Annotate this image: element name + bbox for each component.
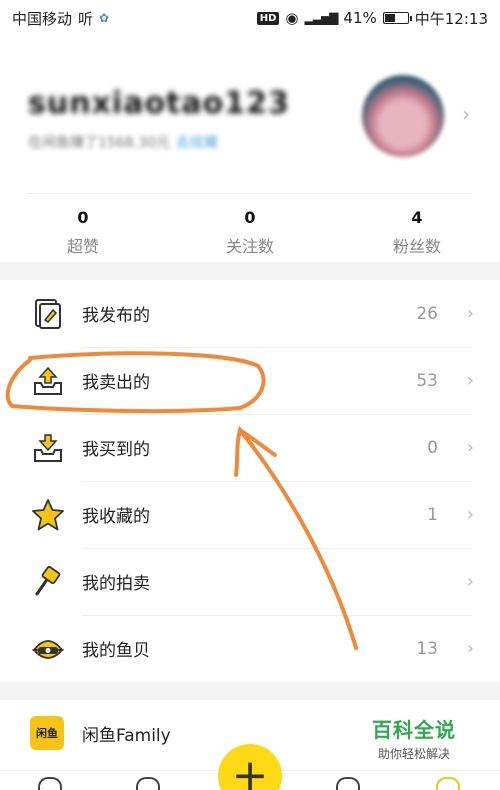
chevron-right-icon: › xyxy=(466,303,474,324)
signal-icon: ▂▃▅▇ xyxy=(304,11,339,25)
battery-percent: 41% xyxy=(343,9,377,27)
stat-value: 0 xyxy=(77,208,89,227)
menu-count: 26 xyxy=(416,303,438,324)
username: sunxiaotao123 xyxy=(28,86,290,121)
menu-label: 我发布的 xyxy=(82,306,150,326)
profile-header[interactable]: sunxiaotao123 在闲鱼赚了1568.30元 去炫耀 › xyxy=(0,60,500,190)
notification-icon: ✿ xyxy=(99,11,110,25)
show-off-link[interactable]: 去炫耀 xyxy=(176,135,218,151)
menu-list: 我发布的 26 › 我卖出的 53 › 我买到的 0 › 我收藏的 1 › 我的… xyxy=(0,280,500,682)
menu-item-published[interactable]: 我发布的 26 › xyxy=(0,280,500,347)
stat-following[interactable]: 0 关注数 xyxy=(166,200,334,260)
carrier-name: 中国移动 xyxy=(12,9,73,28)
watermark-subtitle: 助你轻松解决 xyxy=(377,747,450,761)
status-bar: 中国移动 听 ✿ HD ◉ ▂▃▅▇ 41% 中午12:13 xyxy=(0,0,500,36)
menu-count: 53 xyxy=(416,370,438,391)
star-icon xyxy=(30,497,66,533)
family-icon: 闲鱼 xyxy=(30,716,64,750)
auction-icon xyxy=(30,564,66,600)
section-gap xyxy=(0,682,500,700)
menu-item-bought[interactable]: 我买到的 0 › xyxy=(0,414,500,481)
menu-count: 0 xyxy=(427,437,438,458)
divider xyxy=(28,193,472,194)
earnings-text: 在闲鱼赚了1568.30元 xyxy=(28,135,170,151)
chevron-right-icon: › xyxy=(466,571,474,592)
family-label: 闲鱼Family xyxy=(82,725,171,746)
menu-item-auction[interactable]: 我的拍卖 › xyxy=(0,548,500,615)
earnings-line: 在闲鱼赚了1568.30元 去炫耀 xyxy=(28,132,218,152)
stats-row: 0 超赞 0 关注数 4 粉丝数 xyxy=(0,200,500,260)
carrier-extra: 听 xyxy=(78,9,94,28)
eye-icon: ◉ xyxy=(285,9,299,27)
shell-icon xyxy=(30,631,66,667)
stat-label: 关注数 xyxy=(225,237,274,256)
stat-label: 粉丝数 xyxy=(392,237,441,256)
menu-item-fish-shells[interactable]: 我的鱼贝 13 › xyxy=(0,615,500,682)
watermark-title: 百科全说 xyxy=(372,718,456,742)
menu-label: 我收藏的 xyxy=(82,507,150,527)
hd-badge: HD xyxy=(256,11,280,25)
stat-value: 0 xyxy=(244,208,256,227)
section-gap xyxy=(0,262,500,280)
sold-icon xyxy=(30,363,66,399)
battery-fill xyxy=(384,14,395,22)
chevron-right-icon: › xyxy=(462,102,470,126)
menu-label: 我的鱼贝 xyxy=(82,641,150,661)
watermark: 百科全说 助你轻松解决 xyxy=(366,714,462,762)
chevron-right-icon: › xyxy=(466,504,474,525)
home-icon[interactable] xyxy=(38,777,62,790)
menu-label: 我卖出的 xyxy=(82,373,150,393)
menu-label: 我买到的 xyxy=(82,440,150,460)
profile-tab-icon[interactable] xyxy=(436,777,460,790)
avatar[interactable] xyxy=(362,75,444,157)
bought-icon xyxy=(30,430,66,466)
message-icon[interactable] xyxy=(336,777,360,790)
chevron-right-icon: › xyxy=(466,638,474,659)
chevron-right-icon: › xyxy=(466,437,474,458)
stat-label: 超赞 xyxy=(66,237,99,256)
menu-label: 我的拍卖 xyxy=(82,574,150,594)
published-icon xyxy=(30,296,66,332)
battery-icon xyxy=(382,12,412,24)
menu-count: 13 xyxy=(416,638,438,659)
menu-item-favorites[interactable]: 我收藏的 1 › xyxy=(0,481,500,548)
stat-followers[interactable]: 4 粉丝数 xyxy=(334,200,500,260)
chevron-right-icon: › xyxy=(466,370,474,391)
menu-item-sold[interactable]: 我卖出的 53 › xyxy=(0,347,500,414)
stat-value: 4 xyxy=(411,208,423,227)
menu-count: 1 xyxy=(427,504,438,525)
clock: 中午12:13 xyxy=(414,9,488,28)
stat-likes[interactable]: 0 超赞 xyxy=(0,200,166,260)
fish-pond-icon[interactable] xyxy=(136,777,160,790)
